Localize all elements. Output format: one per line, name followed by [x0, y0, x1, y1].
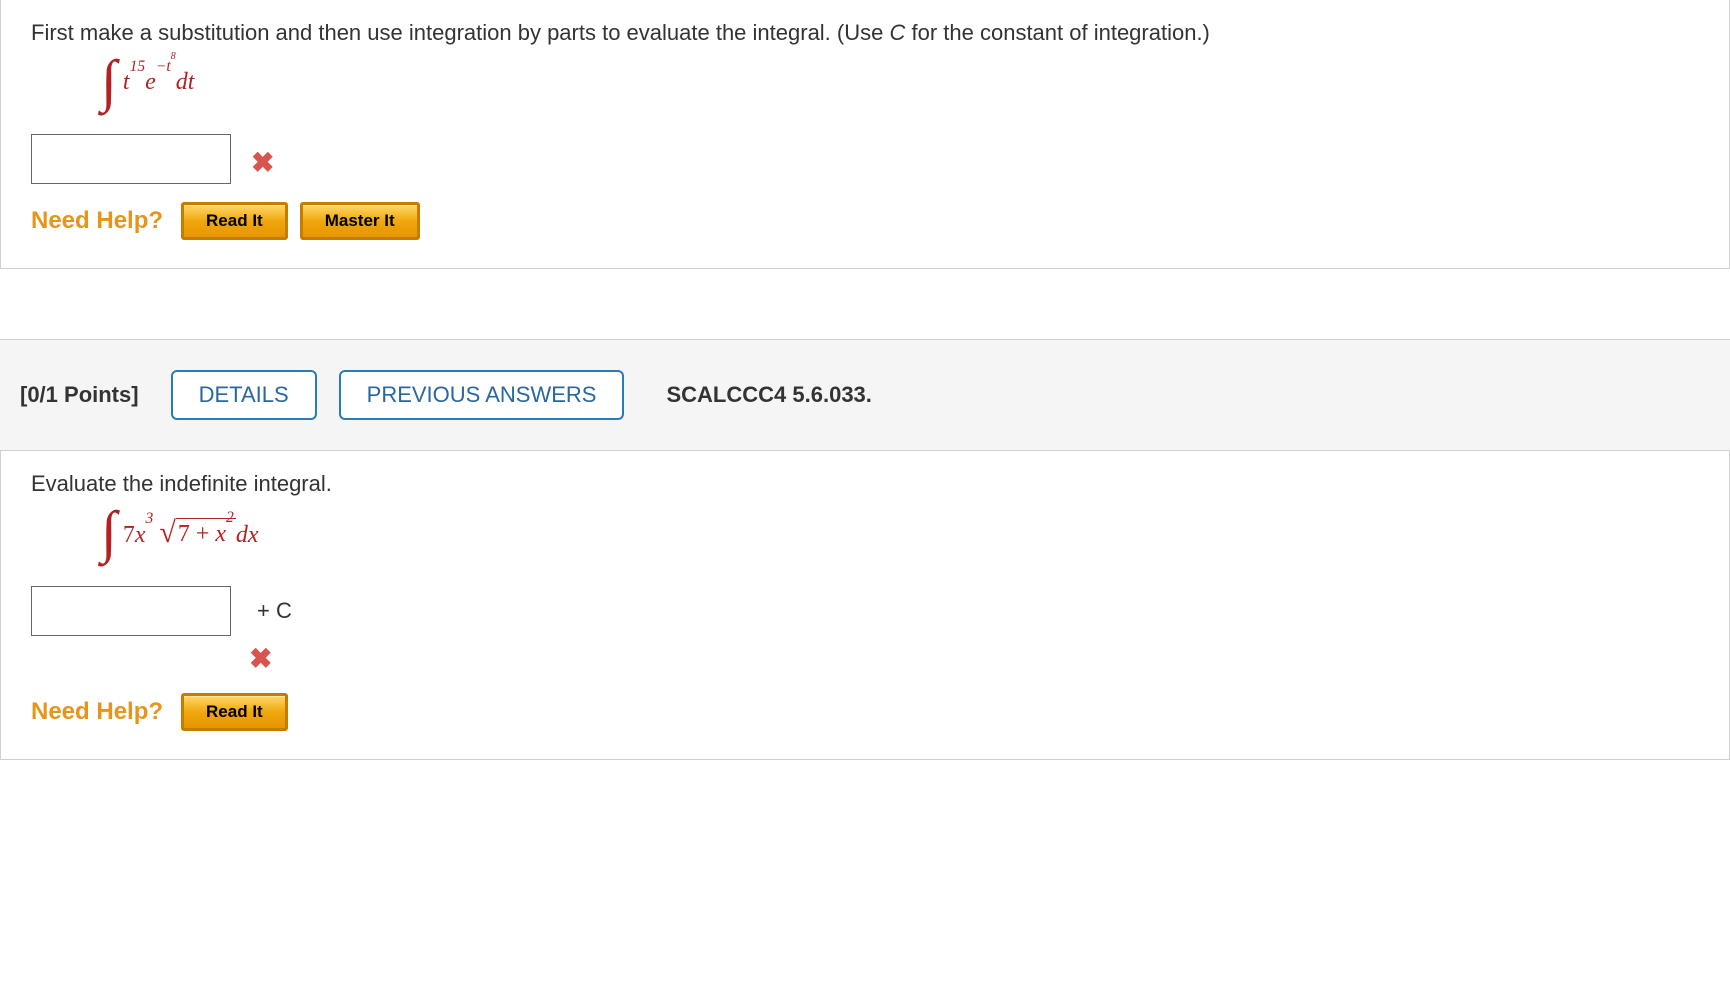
- read-it-button[interactable]: Read It: [181, 693, 288, 731]
- math-e: e: [145, 69, 156, 95]
- plus-c-label: + C: [257, 598, 292, 624]
- master-it-button[interactable]: Master It: [300, 202, 420, 240]
- question-2-prompt: Evaluate the indefinite integral.: [31, 471, 1699, 497]
- details-button[interactable]: DETAILS: [171, 370, 317, 420]
- math-dt: dt: [176, 69, 195, 95]
- prompt-text-post: for the constant of integration.): [905, 20, 1210, 45]
- question-1-box: First make a substitution and then use i…: [0, 0, 1730, 269]
- math-7: 7: [123, 522, 135, 548]
- sqrt-icon: √: [159, 516, 175, 550]
- math-t: t: [123, 69, 130, 95]
- integral-icon: ∫: [101, 509, 117, 555]
- spacer: [0, 269, 1730, 339]
- question-2-box: Evaluate the indefinite integral. ∫ 7x3 …: [0, 450, 1730, 759]
- prompt-text-pre: First make a substitution and then use i…: [31, 20, 889, 45]
- need-help-label: Need Help?: [31, 698, 163, 726]
- question-2-integral: ∫ 7x3 √ 7 + x2 dx: [101, 509, 1699, 555]
- integral-expression-2: 7x3 √ 7 + x2 dx: [123, 516, 259, 550]
- sqrt-body: 7 + x2: [176, 518, 236, 548]
- prompt-const: C: [889, 20, 905, 45]
- read-it-button[interactable]: Read It: [181, 202, 288, 240]
- incorrect-icon: ✖: [249, 642, 1699, 675]
- answer-input-1[interactable]: [31, 134, 231, 184]
- math-exp-3: 3: [146, 510, 154, 527]
- previous-answers-button[interactable]: PREVIOUS ANSWERS: [339, 370, 625, 420]
- question-1-prompt: First make a substitution and then use i…: [31, 20, 1699, 46]
- help-row-1: Need Help? Read It Master It: [31, 202, 1699, 240]
- help-row-2: Need Help? Read It: [31, 693, 1699, 731]
- math-exp-15: 15: [130, 58, 146, 75]
- question-header-bar: [0/1 Points] DETAILS PREVIOUS ANSWERS SC…: [0, 339, 1730, 450]
- integral-expression: t15e−t8dt: [123, 66, 195, 96]
- math-exp-neg-t8: −t8: [156, 58, 176, 75]
- need-help-label: Need Help?: [31, 207, 163, 235]
- integral-icon: ∫: [101, 58, 117, 104]
- incorrect-icon: ✖: [251, 146, 274, 179]
- answer-row-2: + C: [31, 586, 1699, 636]
- sqrt-expression: √ 7 + x2: [159, 516, 235, 550]
- answer-row-1: ✖: [31, 134, 1699, 184]
- points-label: [0/1 Points]: [20, 382, 139, 408]
- section-label: SCALCCC4 5.6.033.: [666, 382, 871, 408]
- answer-input-2[interactable]: [31, 586, 231, 636]
- question-1-integral: ∫ t15e−t8dt: [101, 58, 1699, 104]
- math-x: x: [135, 522, 146, 548]
- math-dx: dx: [236, 522, 259, 548]
